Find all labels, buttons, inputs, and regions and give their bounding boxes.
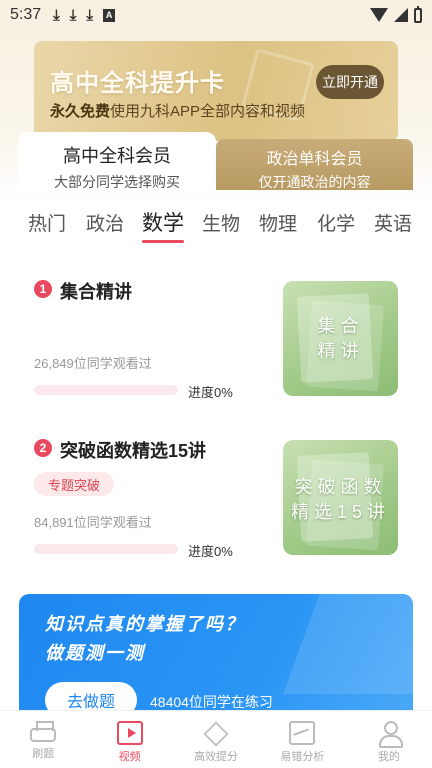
nav-item-video[interactable]: 视频 bbox=[86, 711, 172, 768]
subject-tab-physics[interactable]: 物理 bbox=[259, 209, 297, 236]
video-icon bbox=[116, 721, 143, 745]
progress-bar bbox=[34, 544, 178, 554]
quiz-card[interactable]: 知识点真的掌握了吗？ 做题测一测 去做题 48404位同学在练习 bbox=[19, 594, 413, 724]
progress-bar bbox=[34, 385, 178, 395]
wifi-icon bbox=[370, 8, 388, 22]
battery-icon bbox=[414, 5, 422, 23]
diamond-icon bbox=[203, 721, 229, 747]
status-time: 5:37 bbox=[10, 6, 42, 23]
rank-badge: 2 bbox=[34, 439, 52, 457]
chart-icon bbox=[289, 721, 316, 745]
download-icon: ⤓ bbox=[69, 6, 77, 24]
banner-subtitle-text: 使用九科APP全部内容和视频 bbox=[110, 103, 306, 120]
promo-banner[interactable]: 高中全科提升卡 永久免费使用九科APP全部内容和视频 立即开通 bbox=[34, 41, 398, 141]
course-thumbnail[interactable]: 集合 精讲 bbox=[283, 281, 398, 396]
nav-label: 高效提分 bbox=[194, 751, 239, 763]
course-thumbnail[interactable]: 突破函数 精选15讲 bbox=[283, 440, 398, 555]
course-title: 突破函数精选15讲 bbox=[60, 441, 207, 461]
subject-tab-chemistry[interactable]: 化学 bbox=[317, 209, 355, 236]
signal-icon bbox=[394, 8, 408, 22]
rank-badge: 1 bbox=[34, 280, 52, 298]
nav-label: 视频 bbox=[118, 751, 141, 763]
bottom-navigation: 刷题 视频 高效提分 易错分析 我的 bbox=[0, 710, 432, 768]
tab-politics-member[interactable]: 政治单科会员 仅开通政治的内容 bbox=[216, 139, 413, 190]
status-bar: 5:37 ⤓ ⤓ ⤓ A bbox=[0, 0, 432, 30]
user-icon bbox=[378, 721, 403, 748]
thumb-title-line2: 精选15讲 bbox=[290, 502, 391, 522]
nav-label: 我的 bbox=[377, 751, 400, 763]
course-title: 集合精讲 bbox=[60, 282, 132, 302]
subject-tab-politics[interactable]: 政治 bbox=[86, 209, 124, 236]
open-now-button[interactable]: 立即开通 bbox=[316, 65, 384, 99]
nav-item-mistakes[interactable]: 易错分析 bbox=[259, 711, 345, 768]
nav-label: 刷题 bbox=[32, 748, 55, 760]
download-icon: ⤓ bbox=[53, 6, 60, 24]
topic-tag: 专题突破 bbox=[34, 472, 115, 496]
banner-subtitle-highlight: 永久免费 bbox=[50, 103, 111, 120]
tab-subtitle: 大部分同学选择购买 bbox=[54, 174, 180, 190]
practice-count: 48404位同学在练习 bbox=[150, 694, 273, 710]
quiz-headline: 知识点真的掌握了吗？ bbox=[45, 614, 245, 634]
view-count: 26,849位同学观看过 bbox=[34, 356, 152, 371]
thumb-title-line2: 精讲 bbox=[317, 341, 364, 361]
printer-icon bbox=[30, 721, 57, 742]
thumb-title-line1: 集合 bbox=[317, 316, 364, 336]
view-count: 84,891位同学观看过 bbox=[34, 515, 152, 530]
nav-label: 易错分析 bbox=[280, 751, 325, 763]
notification-a-icon: A bbox=[103, 8, 116, 22]
download-icon: ⤓ bbox=[86, 6, 94, 24]
tab-title: 高中全科会员 bbox=[63, 146, 171, 166]
subject-tab-english[interactable]: 英语 bbox=[374, 209, 412, 236]
tab-subtitle: 仅开通政治的内容 bbox=[258, 174, 371, 190]
progress-label: 进度0% bbox=[188, 544, 233, 559]
tab-all-subjects-member[interactable]: 高中全科会员 大部分同学选择购买 bbox=[18, 132, 216, 192]
banner-title: 高中全科提升卡 bbox=[50, 70, 225, 97]
tab-title: 政治单科会员 bbox=[266, 151, 363, 168]
nav-item-practice[interactable]: 刷题 bbox=[0, 711, 86, 768]
subject-tab-math[interactable]: 数学 bbox=[142, 207, 184, 243]
quiz-subheadline: 做题测一测 bbox=[45, 643, 145, 663]
subject-tabs: 热门 政治 数学 生物 物理 化学 英语 bbox=[28, 207, 420, 243]
subject-tab-biology[interactable]: 生物 bbox=[202, 209, 240, 236]
thumb-title-line1: 突破函数 bbox=[294, 477, 387, 497]
nav-item-boost[interactable]: 高效提分 bbox=[173, 711, 259, 768]
quiz-decoration bbox=[282, 594, 413, 694]
nav-item-profile[interactable]: 我的 bbox=[346, 711, 432, 768]
banner-subtitle: 永久免费使用九科APP全部内容和视频 bbox=[50, 100, 305, 121]
progress-label: 进度0% bbox=[188, 385, 233, 400]
subject-tab-hot[interactable]: 热门 bbox=[28, 209, 66, 236]
